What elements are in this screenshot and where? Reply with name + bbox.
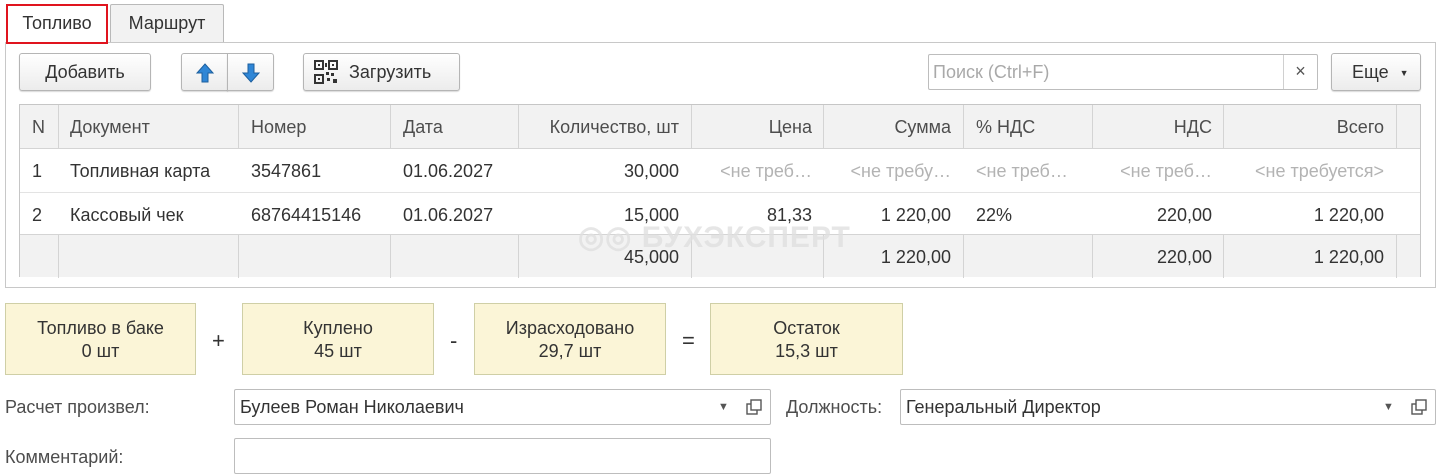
position-dropdown-button[interactable]: ▼ xyxy=(1373,389,1405,425)
upload-button[interactable]: Загрузить xyxy=(303,53,460,91)
col-quantity[interactable]: Количество, шт xyxy=(519,105,691,149)
table-row[interactable]: 1 Топливная карта 3547861 01.06.2027 30,… xyxy=(20,149,1420,192)
row-vat-rate: <не треб… xyxy=(976,161,1068,181)
row-sum: <не требу… xyxy=(850,161,951,181)
move-up-button[interactable] xyxy=(181,53,228,91)
calc-by-label: Расчет произвел: xyxy=(5,397,150,417)
move-down-button[interactable] xyxy=(227,53,274,91)
calc-by-open-button[interactable] xyxy=(739,389,771,425)
tab-fuel[interactable]: Топливо xyxy=(7,4,107,44)
col-document[interactable]: Документ xyxy=(58,105,238,149)
row-n: 2 xyxy=(32,205,43,225)
watermark-text: БУХЭКСПЕРТ xyxy=(641,221,851,254)
add-button[interactable]: Добавить xyxy=(19,53,151,91)
row-price: <не треб… xyxy=(720,161,812,181)
arrow-down-icon xyxy=(241,63,260,84)
fuel-in-tank-title: Топливо в баке xyxy=(37,318,164,338)
fuel-spent-box: Израсходовано 29,7 шт xyxy=(474,303,666,375)
row-date: 01.06.2027 xyxy=(403,161,494,181)
more-label: Еще xyxy=(1352,62,1389,82)
col-price[interactable]: Цена xyxy=(692,105,824,149)
total-vat: 220,00 xyxy=(1156,247,1212,267)
watermark-logo: ◎◎ БУХЭКСПЕРТ xyxy=(578,220,851,255)
total-total: 1 220,00 xyxy=(1313,247,1384,267)
chevron-down-icon: ▼ xyxy=(1399,68,1409,78)
row-number: 3547861 xyxy=(251,161,322,181)
calc-by-field[interactable]: Булеев Роман Николаевич xyxy=(234,389,709,425)
watermark-icon: ◎◎ xyxy=(578,221,642,254)
row-vat: 220,00 xyxy=(1156,205,1212,225)
table-header: N Документ Номер Дата Количество, шт Цен… xyxy=(20,105,1420,149)
row-n: 1 xyxy=(32,161,43,181)
fuel-rest-box: Остаток 15,3 шт xyxy=(710,303,903,375)
col-total[interactable]: Всего xyxy=(1224,105,1396,149)
more-button[interactable]: Еще ▼ xyxy=(1331,53,1421,91)
row-total: <не требуется> xyxy=(1255,161,1384,181)
fuel-bought-box: Куплено 45 шт xyxy=(242,303,434,375)
open-window-icon xyxy=(1411,399,1427,415)
row-total: 1 220,00 xyxy=(1313,205,1384,225)
row-vat-rate: 22% xyxy=(976,205,1013,225)
position-open-button[interactable] xyxy=(1404,389,1436,425)
fuel-bought-title: Куплено xyxy=(303,318,373,338)
row-vat: <не треб… xyxy=(1120,161,1212,181)
fuel-bought-value: 45 шт xyxy=(314,341,362,361)
arrow-up-icon xyxy=(195,63,214,83)
position-label: Должность: xyxy=(786,397,883,417)
search-input[interactable] xyxy=(929,55,1284,89)
plus-sign: + xyxy=(212,328,225,353)
fuel-rest-title: Остаток xyxy=(773,318,840,338)
comment-label: Комментарий: xyxy=(5,447,124,467)
position-field[interactable]: Генеральный Директор xyxy=(900,389,1374,425)
row-document: Топливная карта xyxy=(70,161,211,181)
fuel-rest-value: 15,3 шт xyxy=(775,341,838,361)
row-document: Кассовый чек xyxy=(70,205,184,225)
calc-by-dropdown-button[interactable]: ▼ xyxy=(708,389,740,425)
search-box: × xyxy=(928,54,1318,90)
fuel-spent-value: 29,7 шт xyxy=(538,341,602,361)
upload-label: Загрузить xyxy=(349,62,432,82)
col-vat[interactable]: НДС xyxy=(1093,105,1224,149)
chevron-down-icon: ▼ xyxy=(718,401,729,413)
equals-sign: = xyxy=(682,328,695,353)
col-vat-rate[interactable]: % НДС xyxy=(964,105,1092,149)
chevron-down-icon: ▼ xyxy=(1383,401,1394,413)
row-quantity: 30,000 xyxy=(623,161,679,181)
row-date: 01.06.2027 xyxy=(403,205,494,225)
col-number[interactable]: Номер xyxy=(239,105,391,149)
col-date[interactable]: Дата xyxy=(391,105,519,149)
qr-code-icon xyxy=(314,59,338,84)
row-number: 68764415146 xyxy=(251,205,362,225)
fuel-spent-title: Израсходовано xyxy=(505,318,635,338)
minus-sign: - xyxy=(450,328,458,353)
open-window-icon xyxy=(746,399,762,415)
col-n[interactable]: N xyxy=(20,105,58,149)
col-sum[interactable]: Сумма xyxy=(824,105,963,149)
fuel-in-tank-box: Топливо в баке 0 шт xyxy=(5,303,196,375)
comment-field[interactable] xyxy=(234,438,771,474)
fuel-in-tank-value: 0 шт xyxy=(81,341,120,361)
tab-route[interactable]: Маршрут xyxy=(110,4,224,42)
clear-search-button[interactable]: × xyxy=(1283,55,1317,89)
